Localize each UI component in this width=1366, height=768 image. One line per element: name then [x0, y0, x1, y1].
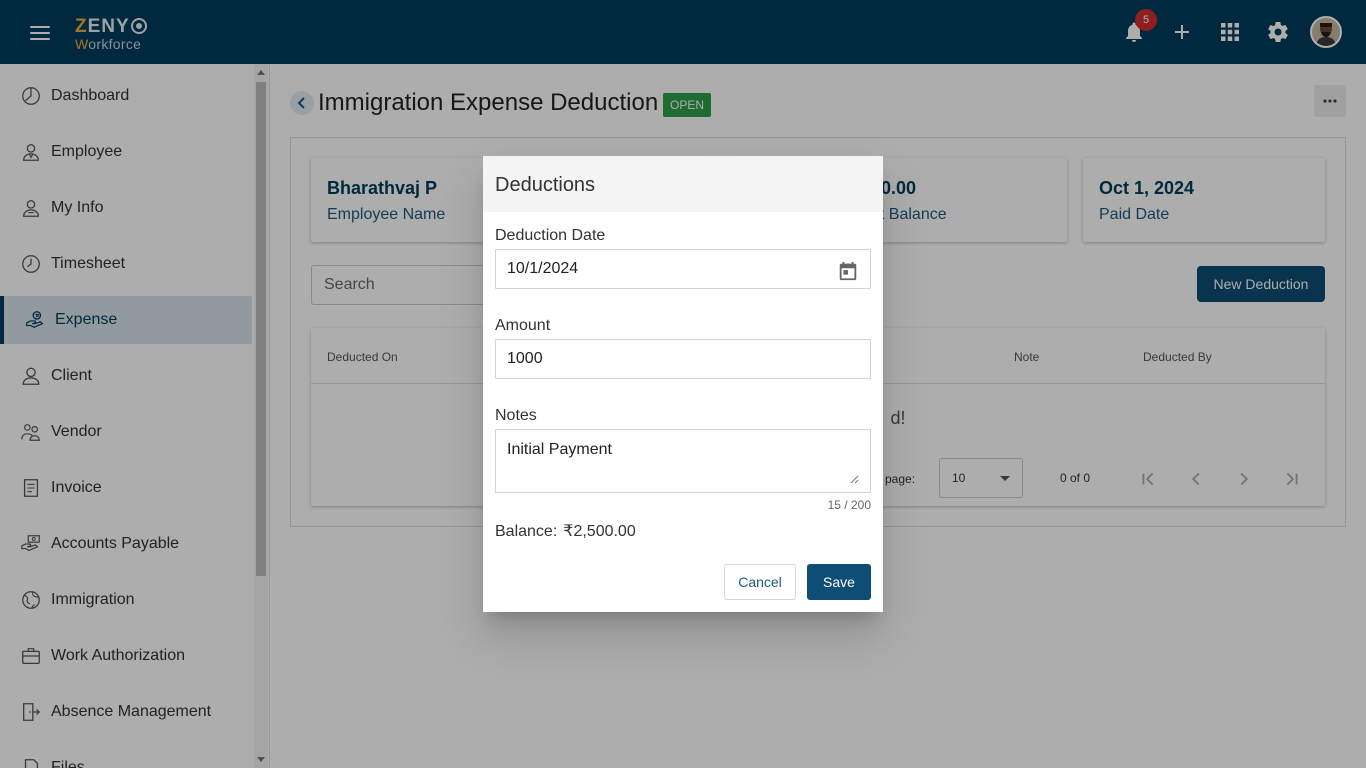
- resize-handle-icon[interactable]: [849, 474, 859, 484]
- calendar-icon[interactable]: [837, 260, 859, 282]
- amount-label: Amount: [495, 317, 551, 334]
- balance-amount: ₹2,500.00: [563, 523, 636, 540]
- balance-label: Balance:: [495, 523, 558, 540]
- save-button[interactable]: Save: [807, 564, 871, 600]
- dialog-title: Deductions: [495, 174, 596, 196]
- deduction-date-input[interactable]: [495, 249, 871, 289]
- cancel-button[interactable]: Cancel: [724, 564, 796, 600]
- notes-label: Notes: [495, 407, 537, 424]
- dialog-header: Deductions: [483, 156, 883, 212]
- deduction-date-label: Deduction Date: [495, 227, 606, 244]
- notes-textarea[interactable]: Initial Payment: [495, 429, 871, 493]
- character-counter: 15 / 200: [827, 498, 871, 512]
- deductions-dialog: Deductions Deduction Date Amount Notes I…: [483, 156, 883, 612]
- amount-input[interactable]: [495, 339, 871, 379]
- balance-row: Balance: ₹2,500.00: [495, 521, 636, 541]
